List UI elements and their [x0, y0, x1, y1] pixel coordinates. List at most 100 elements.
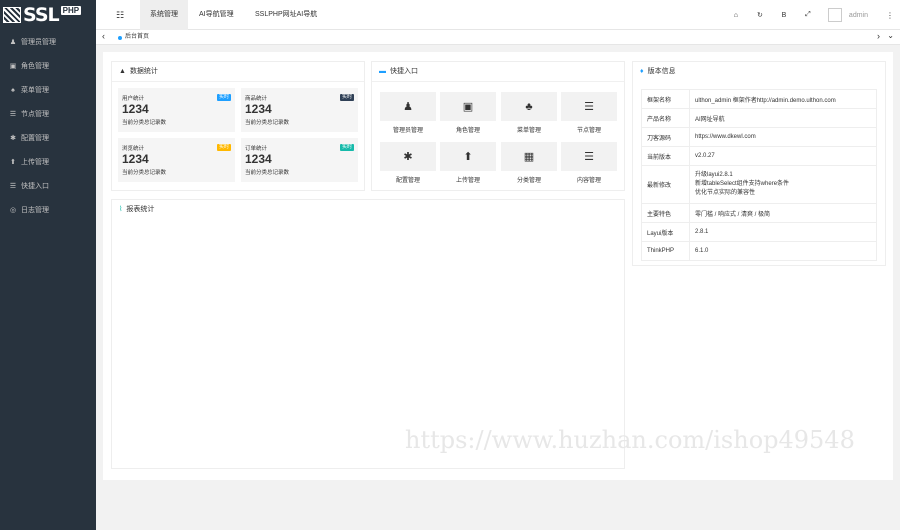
stat-box-users: 用户统计 实时 1234 当前分类总记录数	[118, 88, 235, 132]
role-icon: ▣	[9, 63, 17, 70]
header-tab-ai-nav[interactable]: AI导航管理	[189, 0, 244, 30]
version-value: https://www.dkewl.com	[689, 127, 877, 147]
logo[interactable]: SSL PHP	[0, 0, 96, 30]
refresh-icon[interactable]: ↻	[748, 11, 772, 19]
quick-card-title: 快捷入口	[390, 67, 418, 75]
version-value: 零门槛 / 响应式 / 清爽 / 极简	[689, 203, 877, 223]
quick-entry-category[interactable]: ▦ 分类管理	[501, 142, 557, 186]
sidebar-item-quick[interactable]: ☰ 快捷入口	[0, 174, 96, 198]
log-icon: ◎	[9, 207, 17, 214]
stats-card-title: 数据统计	[129, 67, 158, 75]
version-key: 产品名称	[641, 108, 690, 128]
table-row: 刀客源码 https://www.dkewl.com	[641, 127, 877, 147]
role-icon: ▣	[440, 92, 496, 121]
sidebar-item-menu[interactable]: ♠ 菜单管理	[0, 78, 96, 102]
more-icon[interactable]: ⋮	[882, 11, 898, 20]
stat-label: 订单统计	[245, 146, 268, 152]
status-badge: 实时	[216, 94, 231, 101]
tab-options-icon[interactable]: ⌄	[887, 31, 894, 40]
page-tabbar: ‹ 后台首页 › ⌄	[96, 30, 900, 45]
quick-card-head: ▬ 快捷入口	[372, 62, 624, 82]
sidebar-item-node[interactable]: ☰ 节点管理	[0, 102, 96, 126]
quick-entry-label: 上传管理	[455, 178, 480, 184]
asterisk-icon: ✱	[380, 142, 436, 171]
version-value: v2.0.27	[689, 146, 877, 166]
sidebar-item-label: 上传管理	[21, 159, 49, 166]
sidebar-item-admin[interactable]: ♟ 管理员管理	[0, 30, 96, 54]
header-tab-system[interactable]: 系统管理	[140, 0, 188, 30]
stat-desc: 当前分类总记录数	[245, 120, 290, 126]
tab-scroll-left-icon[interactable]: ‹	[102, 31, 105, 41]
stat-label: 商品统计	[245, 96, 268, 102]
user-name[interactable]: admin	[849, 12, 868, 19]
user-icon: ♟	[380, 92, 436, 121]
sidebar-item-log[interactable]: ◎ 日志管理	[0, 198, 96, 222]
user-icon: ♟	[9, 39, 17, 46]
header-tab-sslphp[interactable]: SSLPHP网址AI导航	[245, 0, 327, 30]
quick-entry-node[interactable]: ☰ 节点管理	[561, 92, 617, 136]
stats-card: ▲ 数据统计 用户统计 实时 1234 当前分类总记录数 商品统计 实时 1234…	[111, 61, 365, 191]
upload-icon: ⬆	[10, 159, 16, 166]
tree-icon: ♣	[501, 92, 557, 121]
status-badge: 实时	[216, 144, 231, 151]
logo-text: SSL	[23, 4, 60, 26]
version-value: 2.8.1	[689, 222, 877, 242]
report-card-title: 报表统计	[126, 206, 155, 213]
quick-entry-role[interactable]: ▣ 角色管理	[440, 92, 496, 136]
quick-entry-upload[interactable]: ⬆ 上传管理	[440, 142, 496, 186]
tab-scroll-right-icon[interactable]: ›	[877, 31, 880, 41]
b-icon[interactable]: B	[772, 12, 796, 19]
list-icon: ☰	[9, 111, 17, 118]
tab-home-label: 后台首页	[125, 34, 150, 40]
status-badge: 实时	[339, 94, 354, 101]
stat-value: 1234	[245, 152, 272, 166]
quick-entry-menu[interactable]: ♣ 菜单管理	[501, 92, 557, 136]
version-key: 框架名称	[641, 89, 690, 109]
stats-card-head: ▲ 数据统计	[112, 62, 364, 82]
avatar[interactable]	[827, 8, 842, 22]
version-key: 当前版本	[641, 146, 690, 166]
stat-label: 浏览统计	[122, 146, 145, 152]
version-value: ulthon_admin 框架作者http://admin.demo.ultho…	[689, 89, 877, 109]
fullscreen-icon[interactable]: ⤢	[796, 11, 820, 19]
quick-entry-label: 内容管理	[576, 178, 601, 184]
sidebar-item-config[interactable]: ✱ 配置管理	[0, 126, 96, 150]
version-card: ♦ 版本信息 框架名称 ulthon_admin 框架作者http://admin.…	[632, 61, 886, 266]
version-key: Layui版本	[641, 222, 690, 242]
stat-desc: 当前分类总记录数	[245, 170, 290, 176]
upload-icon: ⬆	[440, 142, 496, 171]
top-header: ☷ 系统管理 AI导航管理 SSLPHP网址AI导航 ⌂ ↻ B ⤢ admin…	[96, 0, 900, 30]
quick-entry-label: 配置管理	[395, 178, 420, 184]
version-value: AI网址导航	[689, 108, 877, 128]
report-card-head: ⌇ 报表统计	[112, 200, 624, 220]
stat-box-orders: 订单统计 实时 1234 当前分类总记录数	[241, 138, 358, 182]
calendar-icon: ▦	[501, 142, 557, 171]
stat-box-goods: 商品统计 实时 1234 当前分类总记录数	[241, 88, 358, 132]
sidebar-item-label: 节点管理	[21, 111, 49, 118]
version-key: 最新修改	[641, 165, 690, 204]
tree-icon: ♠	[11, 86, 15, 94]
home-icon[interactable]: ⌂	[724, 12, 748, 19]
version-value: 6.1.0	[689, 241, 877, 261]
table-row: 框架名称 ulthon_admin 框架作者http://admin.demo.u…	[641, 89, 877, 109]
stat-label: 用户统计	[122, 96, 145, 102]
stat-value: 1234	[122, 102, 149, 116]
tab-home[interactable]: 后台首页	[118, 30, 149, 45]
sidebar-item-role[interactable]: ▣ 角色管理	[0, 54, 96, 78]
quick-entry-config[interactable]: ✱ 配置管理	[380, 142, 436, 186]
list-icon: ☰	[561, 142, 617, 171]
list-icon: ☰	[9, 183, 17, 190]
header-tools: ⌂ ↻ B ⤢ admin ⋮	[724, 0, 900, 30]
card-icon: ▬	[379, 67, 386, 75]
quick-entry-card: ▬ 快捷入口 ♟ 管理员管理 ▣ 角色管理 ♣ 菜单管理 ☰ 节点管理 ✱ 配置管理 ⬆ 上传…	[371, 61, 625, 191]
stat-desc: 当前分类总记录数	[122, 120, 167, 126]
stat-value: 1234	[122, 152, 149, 166]
table-row: Layui版本 2.8.1	[641, 222, 877, 242]
sidebar-item-label: 角色管理	[21, 63, 49, 70]
quick-entry-admin[interactable]: ♟ 管理员管理	[380, 92, 436, 136]
quick-entry-content[interactable]: ☰ 内容管理	[561, 142, 617, 186]
table-row: 产品名称 AI网址导航	[641, 108, 877, 128]
sidebar-item-upload[interactable]: ⬆ 上传管理	[0, 150, 96, 174]
quick-entry-label: 角色管理	[455, 128, 480, 134]
menu-toggle-icon[interactable]: ☷	[116, 10, 124, 21]
